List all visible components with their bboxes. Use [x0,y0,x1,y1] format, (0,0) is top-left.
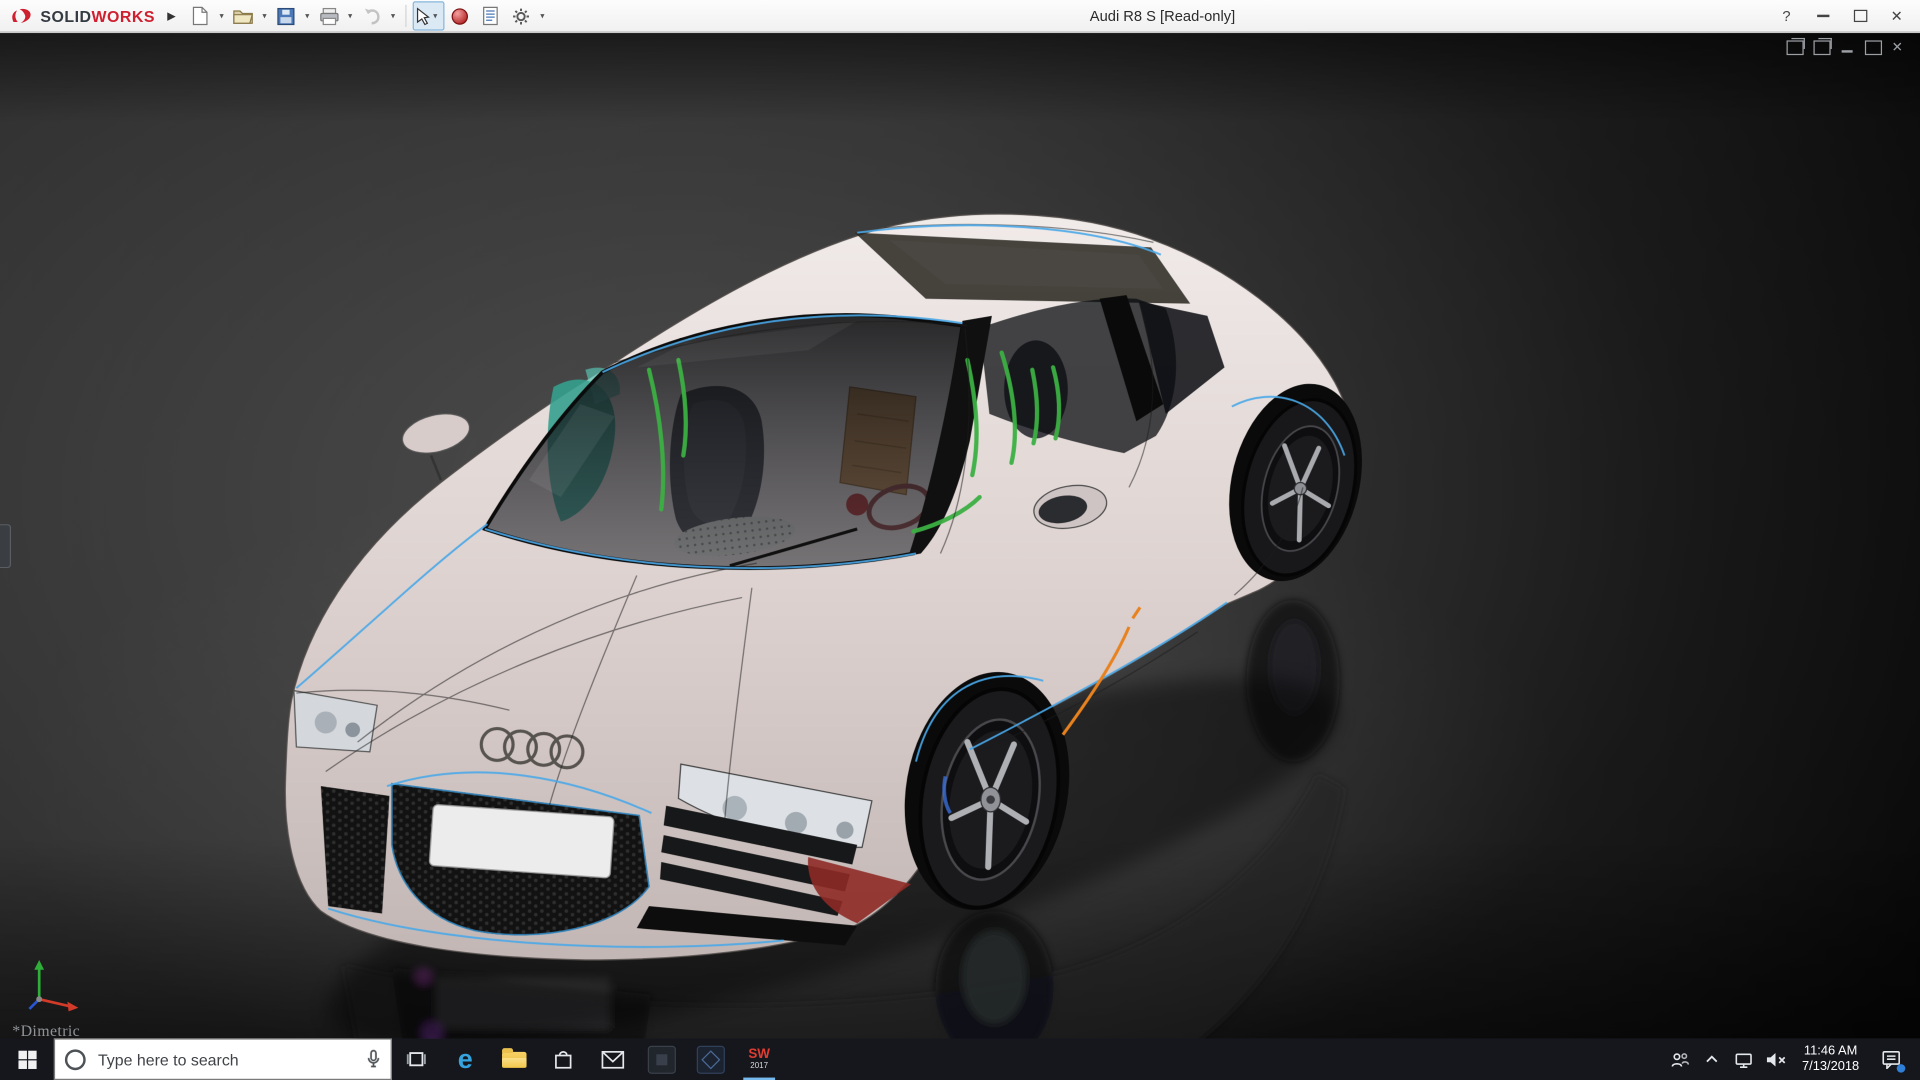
taskbar-edrawings[interactable] [686,1038,735,1080]
store-bag-icon [555,1050,572,1069]
mail-envelope-icon [600,1050,624,1069]
model-viewport-canvas[interactable] [0,32,1920,1039]
view-orientation-label: *Dimetric [12,1021,81,1039]
photos-app-icon [647,1045,676,1074]
select-tool-button[interactable]: ▾ [412,1,444,31]
clock-time: 11:46 AM [1803,1043,1858,1058]
taskbar-mail[interactable] [588,1038,637,1080]
select-dropdown-caret[interactable]: ▾ [430,11,441,21]
taskbar-file-explorer[interactable] [490,1038,539,1080]
new-dropdown-caret[interactable]: ▾ [216,11,227,21]
document-title: Audi R8 S [Read-only] [1089,7,1236,25]
solidworks-brand: SOLIDWORKS [10,7,155,25]
solidworks-app-icon: SW 2017 [748,1046,771,1070]
doc-cascade-icon[interactable] [1786,37,1805,56]
toolbar-separator [404,4,406,27]
minimize-icon [1817,14,1830,18]
dassault-systemes-logo-icon [12,8,31,23]
maximize-icon [1853,9,1867,23]
menu-flyout-arrow-icon[interactable]: ▶ [167,9,175,22]
help-button[interactable]: ? [1771,2,1803,29]
brand-wordmark: SOLIDWORKS [40,6,155,26]
start-button[interactable] [0,1038,54,1080]
task-view-button[interactable] [392,1038,441,1080]
orientation-triad [28,960,79,1012]
close-button[interactable]: ✕ [1881,2,1913,29]
options-button[interactable] [506,2,535,29]
taskbar-clock[interactable]: 11:46 AM 7/13/2018 [1791,1043,1869,1075]
system-tray: 11:46 AM 7/13/2018 [1664,1038,1920,1080]
save-floppy-icon [277,7,295,25]
open-folder-icon [233,10,254,24]
undo-dropdown-caret[interactable]: ▾ [388,11,399,21]
report-document-icon [483,6,498,26]
doc-close-icon[interactable]: ✕ [1892,41,1903,54]
document-window-controls: ✕ [1786,37,1903,56]
microphone-icon[interactable] [366,1049,381,1069]
appearance-sphere-icon [451,7,468,25]
people-icon [1671,1052,1690,1067]
doc-tile-icon[interactable] [1813,37,1832,56]
taskbar-photos[interactable] [637,1038,686,1080]
open-button[interactable] [228,2,257,29]
action-center-button[interactable] [1870,1038,1912,1080]
design-binder-button[interactable] [476,2,505,29]
task-view-icon [406,1052,426,1067]
window-controls: ? ✕ [1771,0,1913,32]
windows-logo-icon [17,1050,37,1069]
maximize-button[interactable] [1844,2,1876,29]
edge-icon: e [457,1043,473,1074]
new-document-icon [192,6,208,26]
network-icon [1735,1052,1752,1068]
tray-overflow-button[interactable] [1696,1038,1728,1080]
edrawings-app-icon [696,1045,725,1074]
speaker-muted-icon [1766,1052,1785,1066]
doc-restore-icon[interactable] [1864,40,1882,56]
solidworks-application-window: SOLIDWORKS ▶ ▾ ▾ ▾ ▾ ▾ ▾ ▾ Audi R8 S [Re… [0,0,1920,1080]
minimize-button[interactable] [1807,2,1839,29]
save-dropdown-caret[interactable]: ▾ [302,11,313,21]
volume-button[interactable] [1760,1038,1792,1080]
chevron-up-icon [1706,1055,1718,1063]
titlebar: SOLIDWORKS ▶ ▾ ▾ ▾ ▾ ▾ ▾ ▾ Audi R8 S [Re… [0,0,1920,34]
taskbar-store[interactable] [539,1038,588,1080]
license-plate[interactable] [428,804,615,879]
taskbar-solidworks[interactable]: SW 2017 [735,1038,784,1080]
doc-minimize-icon[interactable] [1840,42,1855,54]
cortana-icon[interactable] [64,1048,86,1070]
featuremanager-collapsed-tab[interactable] [0,524,12,569]
print-dropdown-caret[interactable]: ▾ [345,11,356,21]
people-button[interactable] [1664,1038,1696,1080]
open-dropdown-caret[interactable]: ▾ [259,11,270,21]
undo-arrow-icon [364,8,379,25]
clock-date: 7/13/2018 [1802,1059,1860,1074]
save-button[interactable] [271,2,300,29]
select-cursor-icon [416,6,430,25]
graphics-viewport[interactable]: ✕ *Dimetric [0,31,1920,1039]
appearance-button[interactable] [445,2,474,29]
windows-taskbar: e SW 2017 [0,1038,1920,1080]
print-button[interactable] [314,2,343,29]
network-button[interactable] [1728,1038,1760,1080]
new-document-button[interactable] [186,2,215,29]
search-input[interactable] [95,1048,357,1070]
notification-badge [1896,1064,1906,1073]
print-icon [319,7,338,25]
gear-icon [513,7,529,24]
taskbar-edge[interactable]: e [441,1038,490,1080]
undo-button[interactable] [357,2,386,29]
quick-access-toolbar: ▾ ▾ ▾ ▾ ▾ ▾ ▾ [186,1,548,31]
close-icon: ✕ [1890,7,1903,25]
taskbar-search[interactable] [53,1038,392,1080]
file-explorer-icon [502,1047,527,1068]
options-dropdown-caret[interactable]: ▾ [537,11,548,21]
